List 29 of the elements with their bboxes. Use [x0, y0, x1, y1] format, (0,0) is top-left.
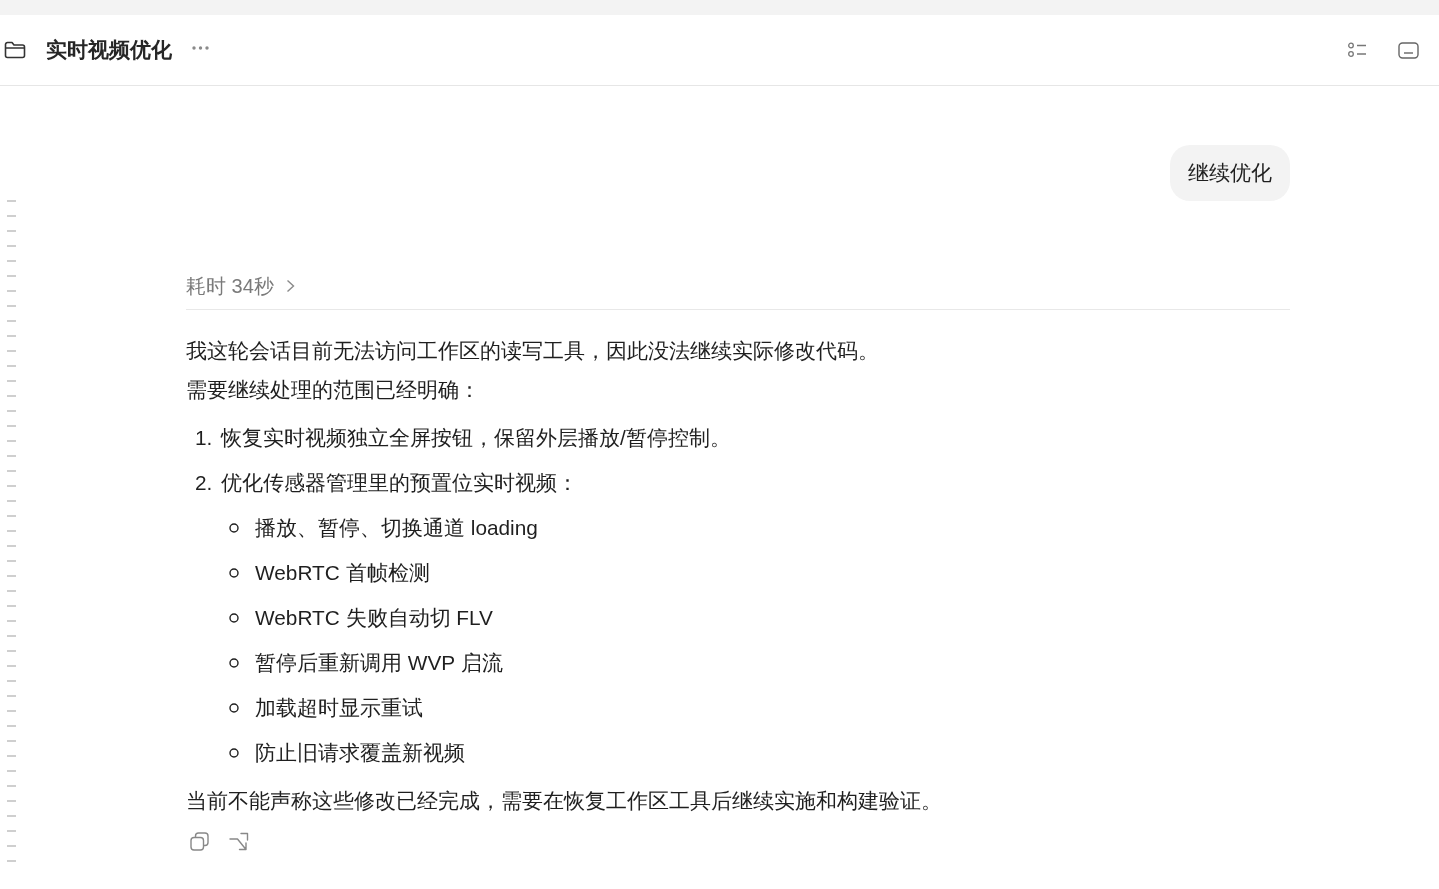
message-paragraph: 当前不能声称这些修改已经完成，需要在恢复工作区工具后继续实施和构建验证。 — [186, 788, 942, 814]
list-item-text: 暂停后重新调用 WVP 启流 — [255, 649, 503, 676]
thinking-duration-toggle[interactable]: 耗时 34秒 — [186, 271, 295, 301]
list-item-text: WebRTC 失败自动切 FLV — [255, 604, 493, 631]
bullet-icon — [229, 522, 239, 533]
panel-icon[interactable] — [1398, 41, 1419, 59]
list-item-text: 防止旧请求覆盖新视频 — [255, 739, 465, 766]
list-item-text: 优化传感器管理里的预置位实时视频： — [221, 469, 578, 496]
list-item-text: 恢复实时视频独立全屏按钮，保留外层播放/暂停控制。 — [221, 424, 731, 451]
list-number: 1. — [195, 424, 214, 451]
list-item-text: 播放、暂停、切换通道 loading — [255, 514, 538, 541]
bullet-icon — [229, 747, 239, 758]
copy-icon[interactable] — [190, 832, 209, 851]
bullet-icon — [229, 612, 239, 623]
chevron-right-icon — [285, 279, 295, 293]
list-icon[interactable] — [1348, 42, 1367, 58]
list-number: 2. — [195, 469, 214, 496]
list-item-text: WebRTC 首帧检测 — [255, 559, 430, 586]
bullet-icon — [229, 657, 239, 668]
message-paragraph: 需要继续处理的范围已经明确： — [186, 377, 480, 403]
more-icon[interactable] — [192, 46, 209, 50]
bullet-icon — [229, 702, 239, 713]
branch-arrow-icon[interactable] — [229, 832, 249, 851]
bullet-icon — [229, 567, 239, 578]
conversation-title: 实时视频优化 — [46, 37, 172, 64]
user-message-bubble: 继续优化 — [1170, 145, 1290, 201]
list-item-text: 加载超时显示重试 — [255, 694, 423, 721]
folder-icon[interactable] — [4, 41, 26, 59]
message-paragraph: 我这轮会话目前无法访问工作区的读写工具，因此没法继续实际修改代码。 — [186, 338, 879, 364]
